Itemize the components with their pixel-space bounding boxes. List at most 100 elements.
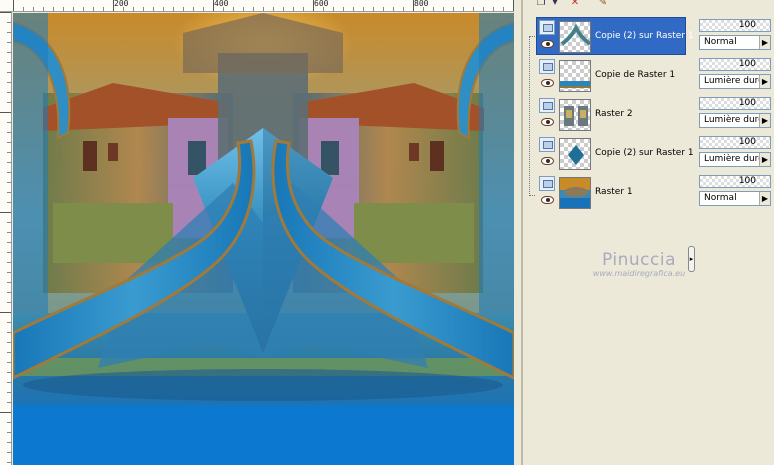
blend-mode-select[interactable]: Lumière dure ▶ — [699, 152, 771, 167]
layer-props-2: 100 Lumière dure ▶ — [699, 95, 771, 131]
blend-mode-value: Lumière dure — [704, 115, 764, 125]
ruler-tick — [273, 7, 274, 11]
layer-type-icon — [539, 176, 555, 191]
watermark-url: www.maidiregrafica.eu — [592, 269, 686, 278]
ruler-left — [0, 12, 12, 465]
ruler-tick — [423, 7, 424, 11]
chevron-right-icon[interactable]: ▶ — [759, 36, 770, 49]
layer-properties-column: 100 Normal ▶ 100 Lumière dure ▶ 100 Lumièr… — [696, 0, 774, 465]
ruler-tick — [483, 7, 484, 11]
ruler-tick — [7, 372, 11, 373]
ruler-tick — [7, 142, 11, 143]
ruler-tick — [23, 7, 24, 11]
layer-props-1: 100 Lumière dure ▶ — [699, 56, 771, 92]
layer-row-4[interactable]: Raster 1 — [536, 173, 686, 211]
layer-props-0: 100 Normal ▶ — [699, 17, 771, 53]
artwork — [13, 13, 514, 465]
opacity-slider[interactable]: 100 — [699, 58, 771, 71]
blend-mode-select[interactable]: Lumière dure ▶ — [699, 113, 771, 128]
layer-row-1[interactable]: Copie de Raster 1 — [536, 56, 686, 94]
group-bracket — [529, 36, 535, 196]
ruler-tick — [133, 7, 134, 11]
chevron-right-icon[interactable]: ▶ — [759, 114, 770, 127]
ruler-tick — [83, 7, 84, 11]
ruler-label-600: 600 — [314, 0, 329, 8]
ruler-tick — [7, 442, 11, 443]
ruler-tick — [0, 12, 11, 13]
ruler-tick — [0, 112, 11, 113]
opacity-slider[interactable]: 100 — [699, 175, 771, 188]
layer-row-0[interactable]: Copie (2) sur Raster 1 — [536, 17, 694, 55]
ruler-tick — [173, 7, 174, 11]
ruler-tick — [0, 312, 11, 313]
new-layer-icon[interactable]: ❐ — [534, 0, 548, 9]
opacity-slider[interactable]: 100 — [699, 97, 771, 110]
ruler-tick — [7, 202, 11, 203]
ruler-tick — [123, 7, 124, 11]
layer-name: Copie de Raster 1 — [595, 70, 676, 80]
layer-thumbnail — [559, 177, 591, 209]
ruler-label-400: 400 — [214, 0, 229, 8]
ruler-tick — [343, 7, 344, 11]
ruler-tick — [7, 122, 11, 123]
layer-name: Raster 1 — [595, 187, 633, 197]
blend-mode-value: Normal — [704, 37, 737, 47]
ruler-tick — [153, 7, 154, 11]
ruler-tick — [363, 7, 364, 11]
ruler-tick — [193, 7, 194, 11]
ruler-tick — [43, 7, 44, 11]
ruler-tick — [103, 7, 104, 11]
ruler-tick — [223, 7, 224, 11]
ruler-tick — [7, 52, 11, 53]
layer-row-3[interactable]: Copie (2) sur Raster 1 — [536, 134, 694, 172]
ruler-tick — [393, 7, 394, 11]
ruler-tick — [183, 7, 184, 11]
ruler-tick — [7, 402, 11, 403]
eye-icon[interactable] — [541, 40, 554, 48]
watermark: Pinuccia www.maidiregrafica.eu — [574, 250, 704, 278]
eye-icon[interactable] — [541, 118, 554, 126]
ruler-tick — [7, 352, 11, 353]
ruler-tick — [7, 262, 11, 263]
chevron-right-icon[interactable]: ▶ — [759, 75, 770, 88]
ruler-tick — [503, 7, 504, 11]
ruler-tick — [403, 7, 404, 11]
ruler-tick — [63, 7, 64, 11]
ruler-tick — [7, 162, 11, 163]
chevron-right-icon[interactable]: ▶ — [759, 192, 770, 205]
blend-mode-select[interactable]: Lumière dure ▶ — [699, 74, 771, 89]
chevron-right-icon[interactable]: ▶ — [759, 153, 770, 166]
eye-icon[interactable] — [541, 79, 554, 87]
ruler-tick — [143, 7, 144, 11]
panel-separator[interactable] — [521, 0, 523, 465]
layer-props-3: 100 Lumière dure ▶ — [699, 134, 771, 170]
edit-icon[interactable]: ✎ — [596, 0, 610, 9]
opacity-slider[interactable]: 100 — [699, 136, 771, 149]
ruler-tick — [7, 332, 11, 333]
blend-mode-select[interactable]: Normal ▶ — [699, 35, 771, 50]
ruler-tick — [0, 412, 11, 413]
ruler-tick — [493, 7, 494, 11]
ruler-top: 200 400 600 800 — [0, 0, 514, 12]
eye-icon[interactable] — [541, 196, 554, 204]
ruler-tick — [93, 7, 94, 11]
layer-thumbnail — [559, 60, 591, 92]
ruler-tick — [7, 22, 11, 23]
opacity-slider[interactable]: 100 — [699, 19, 771, 32]
image-canvas[interactable] — [13, 13, 514, 465]
ruler-tick — [7, 322, 11, 323]
ruler-tick — [7, 242, 11, 243]
ruler-tick — [7, 132, 11, 133]
eye-icon[interactable] — [541, 157, 554, 165]
layer-type-icon — [539, 98, 555, 113]
ruler-tick — [453, 7, 454, 11]
ruler-tick — [13, 0, 14, 11]
layer-row-2[interactable]: Raster 2 — [536, 95, 686, 133]
ruler-tick — [7, 272, 11, 273]
ruler-tick — [7, 462, 11, 463]
chevron-down-icon[interactable]: ▾ — [548, 0, 562, 9]
ruler-tick — [7, 222, 11, 223]
blend-mode-select[interactable]: Normal ▶ — [699, 191, 771, 206]
ruler-tick — [7, 152, 11, 153]
delete-layer-icon[interactable]: ✕ — [568, 0, 582, 9]
